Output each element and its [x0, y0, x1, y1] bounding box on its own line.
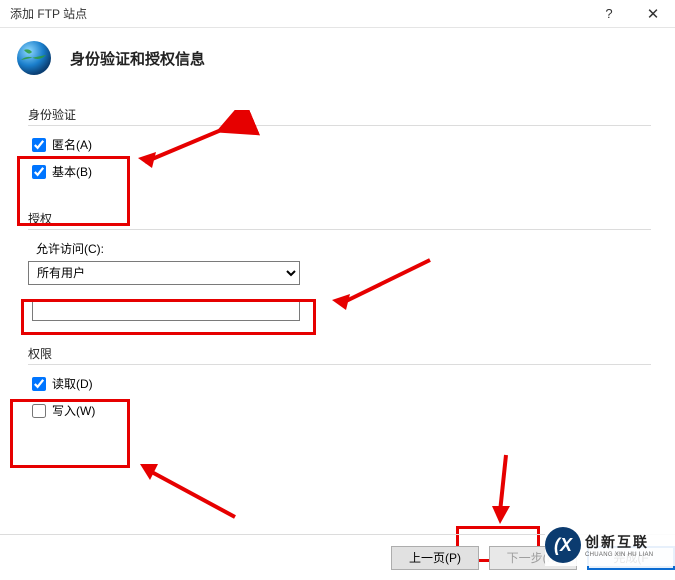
watermark-en: CHUANG XIN HU LIAN: [585, 552, 653, 558]
write-checkbox-row[interactable]: 写入(W): [32, 402, 651, 419]
page-title: 身份验证和授权信息: [70, 48, 205, 69]
watermark-cn: 创新互联: [585, 532, 653, 552]
close-button[interactable]: ✕: [631, 0, 675, 28]
help-button[interactable]: ?: [587, 0, 631, 28]
permissions-section: 权限 读取(D) 写入(W): [28, 345, 651, 419]
write-label: 写入(W): [52, 402, 95, 419]
read-checkbox-row[interactable]: 读取(D): [32, 375, 651, 392]
allow-access-select[interactable]: 所有用户: [28, 261, 300, 285]
help-icon: ?: [605, 6, 612, 21]
auth-section-title: 身份验证: [28, 106, 651, 123]
divider: [28, 364, 651, 365]
annotation-arrow: [130, 452, 250, 532]
watermark: (X 创新互联 CHUANG XIN HU LIAN: [545, 524, 675, 566]
read-label: 读取(D): [52, 375, 93, 392]
authorization-section: 授权 允许访问(C): 所有用户: [28, 210, 651, 321]
authentication-section: 身份验证 匿名(A) 基本(B): [28, 106, 651, 180]
anonymous-label: 匿名(A): [52, 136, 92, 153]
basic-checkbox[interactable]: [32, 165, 46, 179]
dialog-body: 身份验证 匿名(A) 基本(B) 授权 允许访问(C): 所有用户 权限: [0, 96, 675, 419]
watermark-logo-icon: (X: [545, 527, 581, 563]
close-icon: ✕: [647, 5, 660, 23]
titlebar: 添加 FTP 站点 ? ✕: [0, 0, 675, 28]
divider: [28, 125, 651, 126]
globe-icon: [14, 38, 54, 78]
allow-access-label: 允许访问(C):: [36, 240, 651, 257]
write-checkbox[interactable]: [32, 404, 46, 418]
read-checkbox[interactable]: [32, 377, 46, 391]
perm-section-title: 权限: [28, 345, 651, 362]
dialog-header: 身份验证和授权信息: [0, 28, 675, 96]
annotation-arrow: [488, 450, 528, 530]
basic-label: 基本(B): [52, 163, 92, 180]
basic-checkbox-row[interactable]: 基本(B): [32, 163, 651, 180]
anonymous-checkbox-row[interactable]: 匿名(A): [32, 136, 651, 153]
window-title: 添加 FTP 站点: [10, 5, 587, 22]
anonymous-checkbox[interactable]: [32, 138, 46, 152]
authz-section-title: 授权: [28, 210, 651, 227]
divider: [28, 229, 651, 230]
extra-input[interactable]: [32, 299, 300, 321]
prev-button[interactable]: 上一页(P): [391, 546, 479, 570]
